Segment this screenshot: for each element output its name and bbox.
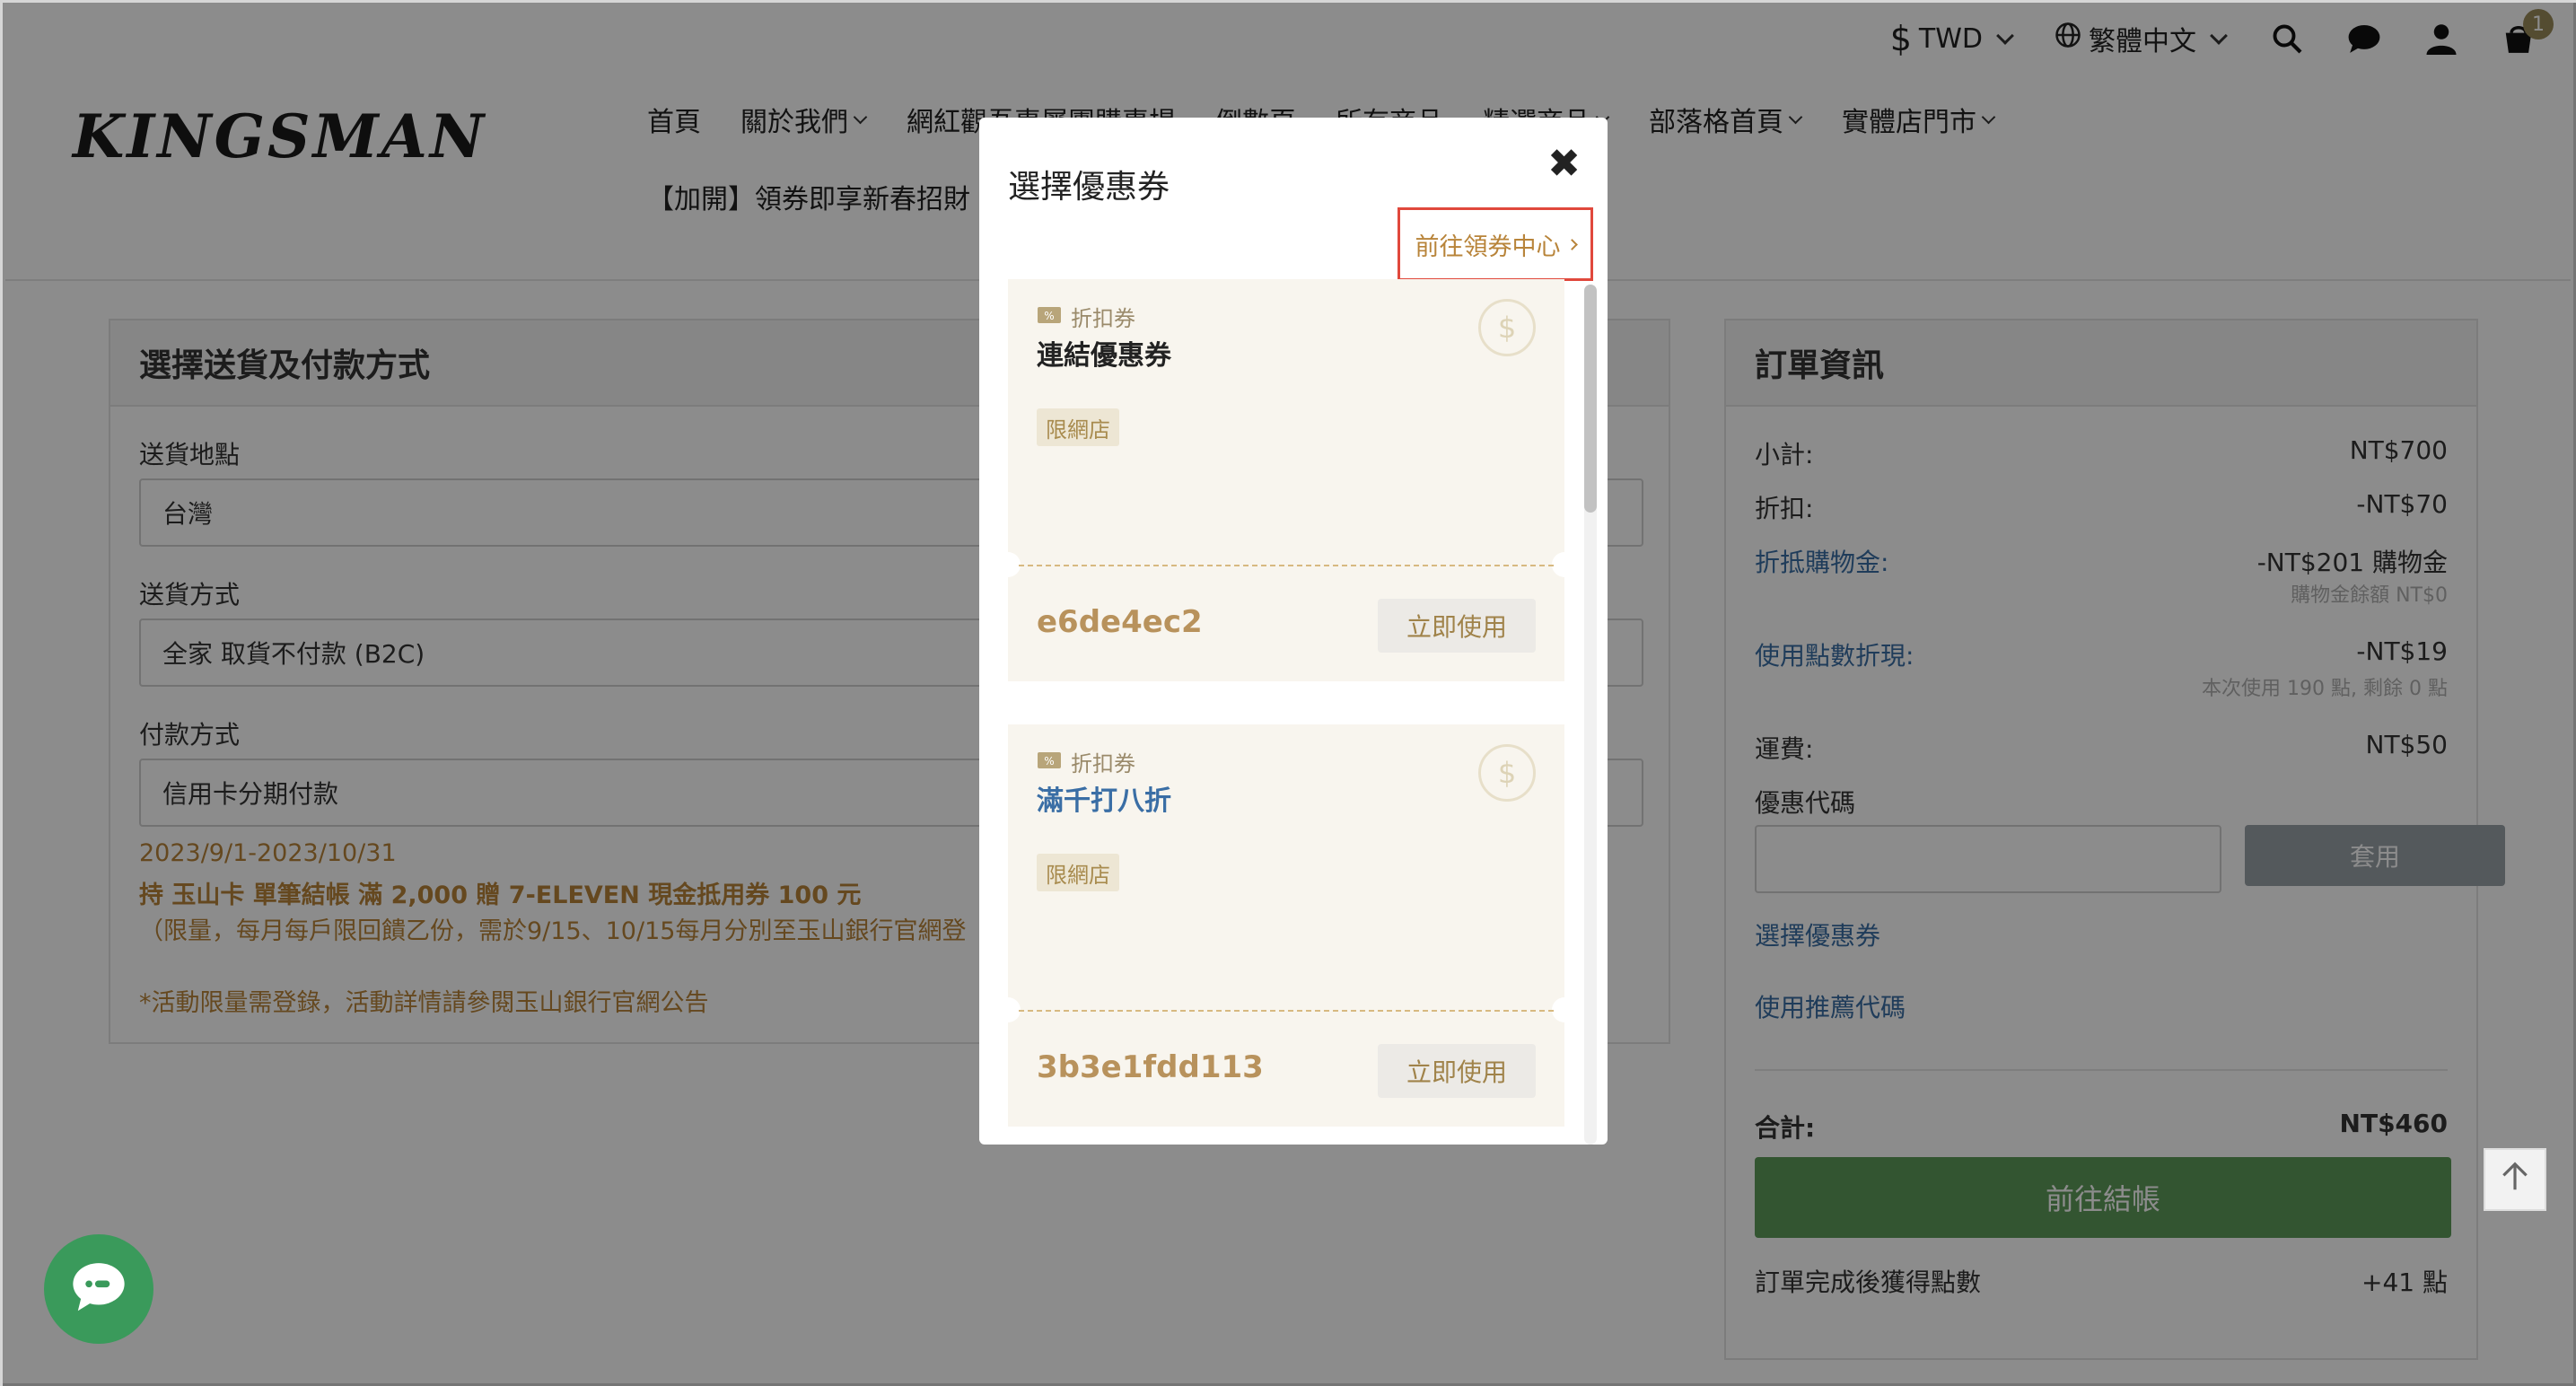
coupon-type: % 折扣券	[1037, 301, 1135, 332]
dollar-icon: $	[1478, 299, 1536, 356]
modal-title: 選擇優惠券	[1008, 169, 1170, 206]
coupon-center-label: 前往領券中心	[1415, 232, 1561, 261]
chat-bubble-icon	[69, 1259, 128, 1320]
coupon-icon: %	[1037, 304, 1062, 329]
use-coupon-button[interactable]: 立即使用	[1378, 599, 1536, 653]
modal-scrollbar[interactable]	[1584, 285, 1597, 1145]
coupon-center-link[interactable]: 前往領券中心	[1398, 207, 1593, 281]
coupon-card: % 折扣券 連結優惠券 $ 限網店 e6de4ec2 立即使用	[1008, 279, 1573, 681]
coupon-notch	[1552, 997, 1573, 1022]
chevron-right-icon	[1565, 238, 1578, 250]
coupon-tag: 限網店	[1037, 854, 1119, 891]
svg-text:%: %	[1044, 310, 1054, 322]
use-coupon-button[interactable]: 立即使用	[1378, 1044, 1536, 1098]
page-frame: $ TWD 繁體中文 1 KINGSMAN 首頁 關於我們 網紅觀吾專屬團購	[0, 0, 2576, 1386]
coupon-tag: 限網店	[1037, 408, 1119, 446]
coupon-divider	[1019, 565, 1554, 566]
coupon-type-label: 折扣券	[1071, 751, 1135, 776]
coupon-type: % 折扣券	[1037, 746, 1135, 777]
coupon-icon: %	[1037, 750, 1062, 775]
coupon-name: 連結優惠券	[1037, 340, 1171, 372]
coupon-code: 3b3e1fdd113	[1037, 1049, 1264, 1085]
close-icon[interactable]: ✖	[1547, 141, 1581, 187]
coupon-list[interactable]: % 折扣券 連結優惠券 $ 限網店 e6de4ec2 立即使用 % 折扣券 滿千…	[1008, 279, 1573, 1145]
coupon-modal: 選擇優惠券 ✖ 前往領券中心 % 折扣券 連結優惠券 $ 限網店 e6de4ec…	[979, 118, 1608, 1145]
arrow-up-icon	[2498, 1160, 2532, 1200]
coupon-type-label: 折扣券	[1071, 306, 1135, 331]
svg-text:%: %	[1044, 755, 1054, 768]
back-to-top-button[interactable]	[2484, 1148, 2546, 1211]
coupon-code: e6de4ec2	[1037, 604, 1203, 640]
coupon-name[interactable]: 滿千打八折	[1037, 778, 1171, 818]
coupon-notch	[1552, 552, 1573, 577]
coupon-divider	[1019, 1010, 1554, 1012]
coupon-card: % 折扣券 滿千打八折 $ 限網店 3b3e1fdd113 立即使用	[1008, 724, 1573, 1127]
scrollbar-thumb[interactable]	[1584, 285, 1597, 513]
chat-widget-button[interactable]	[44, 1234, 153, 1344]
dollar-icon: $	[1478, 744, 1536, 802]
